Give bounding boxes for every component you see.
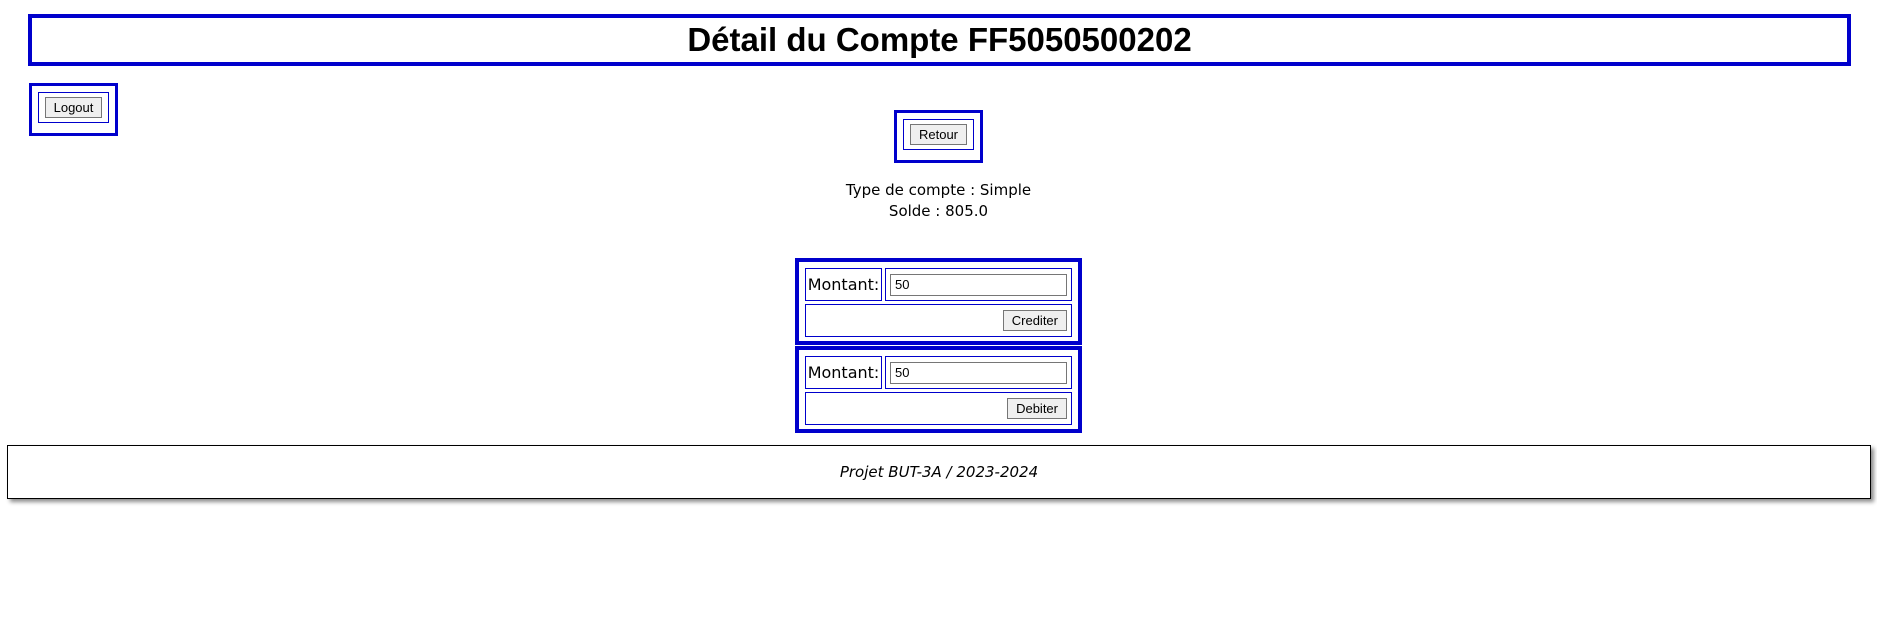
debit-amount-label: Montant:: [805, 356, 882, 389]
account-balance-text: Solde : 805.0: [888, 202, 989, 220]
retour-box: Retour: [894, 110, 983, 163]
credit-submit-row: Crediter: [805, 304, 1072, 337]
debit-amount-cell: [885, 356, 1072, 389]
retour-inner-box: Retour: [903, 119, 974, 150]
page-title: Détail du Compte FF5050500202: [687, 21, 1192, 58]
credit-amount-label: Montant:: [805, 268, 882, 301]
page: Détail du Compte FF5050500202 Logout Ret…: [0, 0, 1877, 643]
debiter-button[interactable]: Debiter: [1007, 398, 1067, 419]
credit-amount-cell: [885, 268, 1072, 301]
crediter-button[interactable]: Crediter: [1002, 310, 1067, 331]
footer-text: Projet BUT-3A / 2023-2024: [839, 463, 1039, 481]
debit-submit-row: Debiter: [805, 392, 1072, 425]
debit-amount-input[interactable]: [890, 361, 1067, 384]
logout-box: Logout: [29, 83, 118, 136]
footer: Projet BUT-3A / 2023-2024: [7, 445, 1871, 499]
account-type-text: Type de compte : Simple: [845, 181, 1032, 199]
logout-inner-box: Logout: [38, 92, 109, 123]
credit-amount-input[interactable]: [890, 273, 1067, 296]
retour-button[interactable]: Retour: [909, 124, 968, 145]
logout-button[interactable]: Logout: [44, 97, 103, 118]
page-title-box: Détail du Compte FF5050500202: [28, 14, 1851, 66]
debit-form: Montant: Debiter: [795, 346, 1082, 433]
debit-amount-row: Montant:: [805, 356, 1072, 389]
credit-amount-row: Montant:: [805, 268, 1072, 301]
credit-form: Montant: Crediter: [795, 258, 1082, 345]
